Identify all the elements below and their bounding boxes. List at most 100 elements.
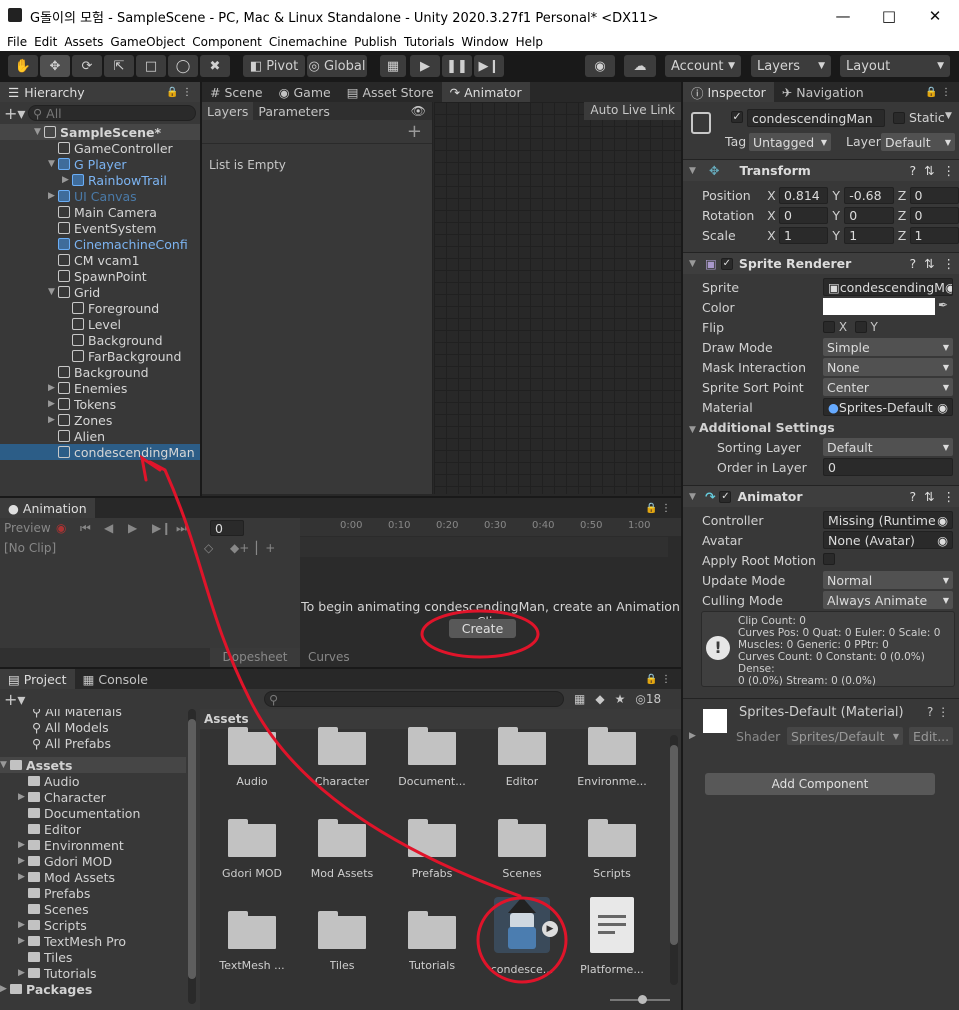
frame-field[interactable]: 0 [210, 520, 244, 536]
minimize-button[interactable]: — [820, 0, 866, 31]
material-field[interactable]: ● Sprites-Default ◉ [823, 398, 953, 416]
hierarchy-item[interactable]: condescendingMan [0, 444, 200, 460]
play-button[interactable]: ▶ [410, 55, 440, 77]
asset-item[interactable]: Prefabs [392, 819, 472, 891]
tab-animator[interactable]: ↷ Animator [441, 82, 530, 102]
avatar-field[interactable]: None (Avatar) ◉ [823, 531, 953, 549]
hierarchy-item[interactable]: SpawnPoint [0, 268, 200, 284]
hierarchy-item[interactable]: ▶ RainbowTrail [0, 172, 200, 188]
add-keyframe-icon[interactable]: ◆+ [230, 541, 256, 555]
auto-live-link-button[interactable]: Auto Live Link [584, 102, 681, 120]
culling-mode-dropdown[interactable]: Always Animate ▼ [823, 591, 953, 609]
eye-icon[interactable]: 👁 [411, 104, 426, 118]
hierarchy-item[interactable]: Alien [0, 428, 200, 444]
animator-component-header[interactable]: ▼ ↷ ✓ Animator ? ⇅ ⋮ [683, 485, 959, 507]
asset-item[interactable]: Environme... [572, 727, 652, 799]
asset-item[interactable]: TextMesh ... [212, 911, 292, 987]
transform-y-field[interactable]: 0 [844, 206, 894, 224]
play-preview-icon[interactable]: ▶ [128, 521, 152, 535]
hierarchy-item[interactable]: CinemachineConfi [0, 236, 200, 252]
foldout-icon[interactable]: ▶ [18, 856, 28, 866]
hand-tool-icon[interactable]: ✋ [8, 55, 38, 77]
add-icon[interactable]: +▾ [4, 104, 28, 123]
favorite-item[interactable]: ⚲ All Models [0, 719, 198, 735]
custom-tool-icon[interactable]: ✖ [200, 55, 230, 77]
tree-folder-item[interactable]: ▶ Scripts [0, 917, 198, 933]
asset-item[interactable]: Audio [212, 727, 292, 799]
asset-item[interactable]: Editor [482, 727, 562, 799]
account-dropdown[interactable]: Account ▼ [665, 55, 741, 77]
hierarchy-search-input[interactable]: ⚲ All [28, 105, 196, 121]
tab-scene[interactable]: # Scene [202, 82, 271, 102]
object-picker-icon[interactable]: ◉ [937, 400, 948, 415]
object-picker-icon[interactable]: ◉ [937, 513, 948, 528]
project-search-input[interactable]: ⚲ [264, 691, 564, 707]
eyedropper-icon[interactable]: ✒ [938, 298, 948, 312]
shader-edit-button[interactable]: Edit... [909, 727, 953, 745]
transform-z-field[interactable]: 0 [909, 206, 959, 224]
transform-header[interactable]: ▼ ✥ Transform ? ⇅ ⋮ [683, 159, 959, 181]
tree-folder-item[interactable]: ▶ Gdori MOD [0, 853, 198, 869]
menu-file[interactable]: File [7, 33, 27, 49]
hierarchy-item[interactable]: ▶ UI Canvas [0, 188, 200, 204]
preview-toggle[interactable]: Preview [4, 521, 56, 535]
icon-size-slider[interactable] [610, 995, 670, 1004]
controller-field[interactable]: Missing (Runtime An◉ [823, 511, 953, 529]
hierarchy-item[interactable]: ▶ Zones [0, 412, 200, 428]
asset-item[interactable]: Document... [392, 727, 472, 799]
layout-dropdown[interactable]: Layout ▼ [840, 55, 950, 77]
asset-item[interactable]: Gdori MOD [212, 819, 292, 891]
asset-item[interactable]: ▶ condesce... [482, 897, 562, 987]
last-frame-icon[interactable]: ⏭ [176, 521, 210, 536]
pause-button[interactable]: ❚❚ [442, 55, 472, 77]
transform-x-field[interactable]: 1 [778, 226, 829, 244]
foldout-icon[interactable]: ▼ [48, 287, 58, 297]
static-checkbox[interactable] [893, 112, 905, 124]
tab-console[interactable]: ▦ Console [75, 669, 156, 689]
add-icon[interactable]: +▾ [4, 690, 28, 709]
maximize-button[interactable]: □ [866, 0, 912, 31]
collab-icon[interactable]: ◉ [585, 55, 615, 77]
foldout-icon[interactable]: ▶ [18, 968, 28, 978]
transform-x-field[interactable]: 0.814 [778, 186, 829, 204]
filter-type-icon[interactable]: ▦ [574, 692, 585, 706]
tab-dopesheet[interactable]: Dopesheet [210, 648, 300, 667]
lock-icon[interactable]: 🔒 ⋮ [166, 87, 192, 98]
close-button[interactable]: ✕ [912, 0, 958, 31]
draw-mode-dropdown[interactable]: Simple ▼ [823, 338, 953, 356]
global-toggle[interactable]: ◎ Global [307, 55, 367, 77]
object-name-field[interactable]: condescendingMan [747, 109, 885, 127]
help-icon[interactable]: ? ⇅ ⋮ [910, 163, 959, 178]
asset-item[interactable]: Character [302, 727, 382, 799]
animator-graph[interactable]: Auto Live Link [434, 102, 681, 494]
tab-inspector[interactable]: ⓘ Inspector [683, 82, 774, 102]
foldout-icon[interactable]: ▶ [18, 840, 28, 850]
rotate-tool-icon[interactable]: ⟳ [72, 55, 102, 77]
transform-y-field[interactable]: 1 [844, 226, 894, 244]
hierarchy-item[interactable]: ▶ Tokens [0, 396, 200, 412]
hierarchy-item[interactable]: GameController [0, 140, 200, 156]
menu-component[interactable]: Component [192, 33, 262, 49]
add-component-button[interactable]: Add Component [705, 773, 935, 795]
lock-icon[interactable]: 🔒 ⋮ [925, 87, 951, 98]
transform-y-field[interactable]: -0.68 [844, 186, 894, 204]
cloud-icon[interactable]: ☁ [624, 55, 656, 77]
tree-folder-item[interactable]: Editor [0, 821, 198, 837]
lock-icon[interactable]: 🔒 ⋮ [645, 503, 671, 514]
material-foldout-icon[interactable]: ▶ [689, 731, 696, 741]
tab-animation[interactable]: ● Animation [0, 498, 95, 518]
tree-folder-item[interactable]: ▶ Tutorials [0, 965, 198, 981]
sorting-layer-dropdown[interactable]: Default ▼ [823, 438, 953, 456]
move-tool-icon[interactable]: ✥ [40, 55, 70, 77]
update-mode-dropdown[interactable]: Normal ▼ [823, 571, 953, 589]
menu-assets[interactable]: Assets [64, 33, 103, 49]
foldout-icon[interactable]: ▶ [48, 399, 58, 409]
grid-scrollbar[interactable] [670, 735, 678, 985]
hierarchy-item[interactable]: Background [0, 332, 200, 348]
foldout-icon[interactable]: ▶ [48, 191, 58, 201]
menu-tutorials[interactable]: Tutorials [404, 33, 454, 49]
hierarchy-item[interactable]: ▼ G Player [0, 156, 200, 172]
menu-help[interactable]: Help [516, 33, 543, 49]
favorite-item[interactable]: ⚲ All Prefabs [0, 735, 198, 751]
sprite-renderer-enabled-checkbox[interactable]: ✓ [720, 257, 733, 270]
